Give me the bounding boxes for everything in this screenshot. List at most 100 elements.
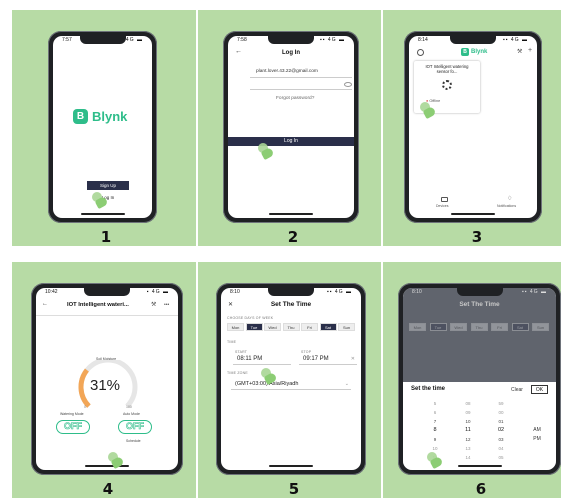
clear-x-icon[interactable]: ✕ bbox=[351, 356, 355, 362]
ampm-option[interactable]: PM bbox=[527, 435, 547, 444]
hour-option[interactable]: 8 bbox=[425, 426, 445, 435]
ampm-option[interactable]: AM bbox=[527, 426, 547, 435]
day-selector-dimmed: Mon Tue Wed Thu Fri Sat Sun bbox=[409, 323, 554, 332]
time-header: TIME bbox=[227, 340, 237, 344]
minute-option[interactable]: 13 bbox=[458, 444, 478, 453]
chevron-down-icon: ⌄ bbox=[344, 381, 349, 387]
phone-notch bbox=[450, 36, 496, 44]
password-field[interactable] bbox=[250, 83, 352, 90]
notifications-tab[interactable]: Notifications bbox=[497, 204, 516, 208]
wrench-icon[interactable]: ⚒ bbox=[517, 48, 522, 55]
phone-step-2: 7:58 ▪▪ 4G ▬ ← Log In plant.lover.43.22@g… bbox=[223, 31, 359, 223]
day-chip-wed[interactable]: Wed bbox=[264, 323, 281, 331]
hour-option[interactable]: 5 bbox=[425, 399, 445, 408]
day-chip-sun[interactable]: Sun bbox=[338, 323, 355, 331]
screen-login: 7:58 ▪▪ 4G ▬ ← Log In plant.lover.43.22@g… bbox=[228, 36, 354, 218]
day-chip-sat[interactable]: Sat bbox=[319, 323, 337, 331]
minute-option[interactable]: 09 bbox=[458, 408, 478, 417]
second-option[interactable]: 03 bbox=[491, 435, 511, 444]
day-selector: Mon Tue Wed Thu Fri Sat Sun bbox=[227, 323, 357, 332]
second-option[interactable]: 01 bbox=[491, 417, 511, 426]
blynk-logo: B Blynk bbox=[461, 48, 487, 56]
second-option[interactable]: 02 bbox=[491, 426, 511, 435]
step-number: 5 bbox=[288, 480, 300, 498]
minute-option[interactable]: 11 bbox=[458, 426, 478, 435]
start-time-value: 08:11 PM bbox=[237, 356, 263, 362]
second-option[interactable]: 04 bbox=[491, 444, 511, 453]
minute-option[interactable]: 08 bbox=[458, 399, 478, 408]
phone-step-3: 8:14 ▪▪ 4G ▬ B Blynk ⚒ + IOT Intelligent … bbox=[404, 31, 542, 223]
eye-icon[interactable] bbox=[344, 82, 352, 87]
logo-text: Blynk bbox=[471, 49, 488, 55]
profile-icon[interactable] bbox=[417, 49, 424, 56]
days-header: CHOOSE DAYS OF WEEK bbox=[227, 316, 274, 320]
screen-welcome: 7:57 ▪▪ 4G ▬ B Blynk Sign Up Log In bbox=[53, 36, 152, 218]
auto-mode-label: Auto Mode bbox=[123, 412, 140, 416]
devices-tab[interactable]: Devices bbox=[436, 204, 448, 208]
minute-option[interactable]: 10 bbox=[458, 417, 478, 426]
clear-button[interactable]: Clear bbox=[511, 387, 523, 393]
add-icon[interactable]: + bbox=[528, 47, 532, 54]
phone-step-4: 10:42 ▪ 4G ▬ ← IOT Intelligent wateri... … bbox=[31, 283, 183, 475]
sign-up-button[interactable]: Sign Up bbox=[87, 181, 129, 190]
watering-mode-toggle[interactable]: OFF bbox=[56, 420, 90, 434]
log-in-button[interactable]: Log In bbox=[228, 137, 354, 146]
device-card-title: IOT Intelligent watering sensor fo... bbox=[425, 64, 469, 74]
logo-text: Blynk bbox=[92, 108, 128, 124]
tap-gesture-icon bbox=[261, 368, 279, 386]
day-chip-sun[interactable]: Sun bbox=[532, 323, 549, 331]
ampm-wheel[interactable]: AM PM bbox=[527, 399, 547, 465]
phone-step-6: 8:10 ▪▪ 4G ▬ Set The Time Mon Tue Wed Thu Fri… bbox=[398, 283, 561, 475]
day-chip-mon[interactable]: Mon bbox=[409, 323, 426, 331]
devices-tab-icon[interactable] bbox=[441, 197, 448, 202]
forgot-password-link[interactable]: Forgot password? bbox=[276, 96, 314, 101]
blynk-logo: B Blynk bbox=[73, 108, 127, 124]
step-number: 4 bbox=[102, 480, 114, 498]
watering-mode-label: Watering Mode bbox=[60, 412, 84, 416]
tutorial-collage: 7:57 ▪▪ 4G ▬ B Blynk Sign Up Log In 1 7:5… bbox=[0, 0, 571, 503]
hour-option[interactable]: 7 bbox=[425, 417, 445, 426]
day-chip-fri[interactable]: Fri bbox=[491, 323, 508, 331]
second-option[interactable]: 59 bbox=[491, 399, 511, 408]
day-chip-thu[interactable]: Thu bbox=[470, 323, 488, 331]
email-field[interactable]: plant.lover.43.22@gmail.com bbox=[256, 69, 318, 74]
gauge-max: 100 bbox=[126, 405, 132, 409]
minute-option[interactable]: 14 bbox=[458, 453, 478, 462]
day-chip-sat[interactable]: Sat bbox=[511, 323, 529, 331]
second-wheel[interactable]: 59 00 01 02 03 04 05 bbox=[491, 399, 511, 465]
hour-option[interactable]: 6 bbox=[425, 408, 445, 417]
step-number: 3 bbox=[471, 228, 483, 246]
hour-option[interactable]: 9 bbox=[425, 435, 445, 444]
day-chip-tue[interactable]: Tue bbox=[429, 323, 447, 331]
back-arrow-icon[interactable]: ← bbox=[42, 301, 48, 307]
bell-icon[interactable]: ♢ bbox=[507, 195, 512, 202]
time-picker-dialog: Set the time Clear OK 56789 1011 08091011… bbox=[403, 382, 556, 470]
second-option[interactable]: 00 bbox=[491, 408, 511, 417]
phone-notch bbox=[84, 288, 130, 296]
more-icon[interactable]: ••• bbox=[164, 302, 169, 308]
gauge-value: 31% bbox=[90, 377, 121, 394]
tap-gesture-icon bbox=[258, 143, 276, 161]
screen-devices: 8:14 ▪▪ 4G ▬ B Blynk ⚒ + IOT Intelligent … bbox=[409, 36, 537, 218]
minute-wheel[interactable]: 08 09 10 11 12 13 14 bbox=[458, 399, 478, 465]
ok-button[interactable]: OK bbox=[531, 385, 548, 394]
screen-dashboard: 10:42 ▪ 4G ▬ ← IOT Intelligent wateri... … bbox=[36, 288, 178, 470]
stop-time-field[interactable]: 09:17 PM ✕ bbox=[299, 355, 357, 365]
home-indicator bbox=[269, 213, 313, 215]
auto-mode-toggle[interactable]: OFF bbox=[118, 420, 152, 434]
day-chip-wed[interactable]: Wed bbox=[450, 323, 467, 331]
step-number: 2 bbox=[287, 228, 299, 246]
day-chip-fri[interactable]: Fri bbox=[301, 323, 318, 331]
timezone-select[interactable]: (GMT+03:00) Asia/Riyadh ⌄ bbox=[231, 379, 351, 390]
start-time-field[interactable]: 08:11 PM bbox=[233, 355, 291, 365]
day-chip-mon[interactable]: Mon bbox=[227, 323, 244, 331]
day-chip-thu[interactable]: Thu bbox=[282, 323, 300, 331]
stop-label: STOP bbox=[301, 350, 312, 354]
wrench-icon[interactable]: ⚒ bbox=[151, 301, 156, 308]
phone-notch bbox=[268, 36, 314, 44]
minute-option[interactable]: 12 bbox=[458, 435, 478, 444]
second-option[interactable]: 05 bbox=[491, 453, 511, 462]
device-icon bbox=[442, 80, 452, 90]
day-chip-tue[interactable]: Tue bbox=[245, 323, 263, 331]
stop-time-value: 09:17 PM bbox=[303, 356, 329, 362]
